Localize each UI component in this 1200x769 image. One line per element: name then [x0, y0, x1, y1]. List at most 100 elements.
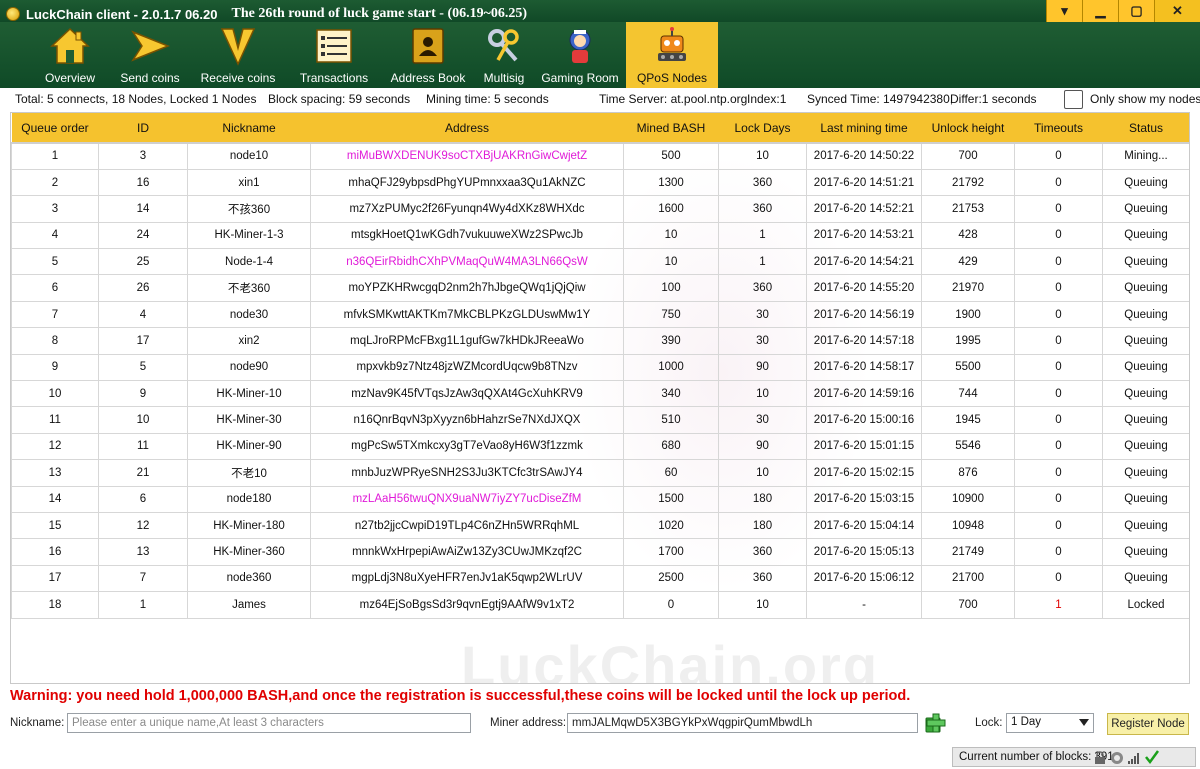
table-row[interactable]: 5 25 Node-1-4 n36QEirRbidhCXhPVMaqQuW4MA3LN… — [11, 248, 1189, 276]
table-row[interactable]: 1 3 node10 miMuBWXDENUK9soCTXBjUAKRnGiwCwje… — [11, 141, 1189, 170]
tab-multisig[interactable]: Multisig — [474, 22, 534, 88]
total-nodes-text: Total: 5 connects, 18 Nodes, Locked 1 No… — [15, 92, 257, 106]
cell-mined-bash: 500 — [623, 141, 719, 170]
column-header-id[interactable]: ID — [98, 113, 188, 143]
cell-last-mining-time: 2017-6-20 14:55:20 — [806, 274, 922, 302]
cell-last-mining-time: 2017-6-20 14:50:22 — [806, 141, 922, 170]
cell-last-mining-time: 2017-6-20 15:01:15 — [806, 432, 922, 461]
table-row[interactable]: 8 17 xin2 mqLJroRPMcFBxg1L1gufGw7kHDkJReeaW… — [11, 327, 1189, 355]
cell-status: Queuing — [1102, 353, 1189, 382]
maximize-button[interactable]: ▢ — [1118, 0, 1154, 22]
nickname-input[interactable] — [67, 713, 471, 733]
cell-nickname: node180 — [187, 485, 311, 513]
tab-qpos-nodes[interactable]: QPoS Nodes — [626, 22, 718, 88]
cell-status: Queuing — [1102, 380, 1189, 408]
column-header-queue-order[interactable]: Queue order — [11, 113, 99, 143]
cell-timeouts: 0 — [1014, 432, 1103, 461]
column-header-last-mining-time[interactable]: Last mining time — [806, 113, 922, 143]
status-bar: Current number of blocks: 391 — [0, 744, 1200, 769]
column-header-status[interactable]: Status — [1102, 113, 1189, 143]
cell-last-mining-time: 2017-6-20 15:02:15 — [806, 459, 922, 487]
cell-last-mining-time: 2017-6-20 15:05:13 — [806, 538, 922, 566]
minimize-button[interactable]: ▁ — [1082, 0, 1118, 22]
table-row[interactable]: 13 21 不老10 mnbJuzWPRyeSNH2S3Ju3KTCfc3trSAwJ… — [11, 459, 1189, 487]
cell-address: n36QEirRbidhCXhPVMaqQuW4MA3LN66QsW — [310, 248, 624, 276]
cell-lock-days: 90 — [718, 353, 807, 382]
column-header-mined-bash[interactable]: Mined BASH — [623, 113, 719, 143]
table-row[interactable]: 9 5 node90 mpxvkb9z7Ntz48jzWZMcordUqcw9b8TN… — [11, 353, 1189, 382]
cell-address: moYPZKHRwcgqD2nm2h7hJbgeQWq1jQjQiw — [310, 274, 624, 302]
cell-status: Queuing — [1102, 221, 1189, 250]
cell-id: 24 — [98, 221, 188, 250]
cell-status: Queuing — [1102, 511, 1189, 540]
cell-timeouts: 0 — [1014, 564, 1103, 593]
cell-mined-bash: 100 — [623, 274, 719, 302]
round-title: The 26th round of luck game start - (06.… — [231, 6, 528, 21]
block-spacing-text: Block spacing: 59 seconds — [268, 92, 411, 106]
tab-transactions[interactable]: Transactions — [286, 22, 382, 88]
add-address-icon[interactable] — [924, 712, 948, 734]
column-header-lock-days[interactable]: Lock Days — [718, 113, 807, 143]
cell-queue-order: 2 — [11, 168, 99, 197]
table-row[interactable]: 17 7 node360 mgpLdj3N8uXyeHFR7enJv1aK5qwp2W… — [11, 564, 1189, 593]
table-row[interactable]: 4 24 HK-Miner-1-3 mtsgkHoetQ1wKGdh7vukuuweX… — [11, 221, 1189, 250]
synced-time-text: Synced Time: 1497942380, — [807, 92, 954, 106]
robot-icon — [650, 24, 694, 68]
cell-unlock-height: 1900 — [921, 300, 1015, 329]
tab-gaming-room[interactable]: Gaming Room — [534, 22, 626, 88]
only-show-my-nodes-label: Only show my nodes — [1090, 92, 1200, 106]
cell-id: 5 — [98, 353, 188, 382]
table-row[interactable]: 12 11 HK-Miner-90 mgPcSw5TXmkcxy3gT7eVao8yH… — [11, 432, 1189, 461]
tab-overview[interactable]: Overview — [30, 22, 110, 88]
cell-queue-order: 18 — [11, 591, 99, 619]
cell-address: n16QnrBqvN3pXyyzn6bHahzrSe7NXdJXQX — [310, 406, 624, 434]
cell-timeouts: 0 — [1014, 353, 1103, 382]
warning-message: Warning: you need hold 1,000,000 BASH,an… — [10, 688, 911, 704]
cell-status: Mining... — [1102, 141, 1189, 170]
tab-address-book[interactable]: Address Book — [382, 22, 474, 88]
cell-status: Queuing — [1102, 432, 1189, 461]
cell-unlock-height: 1995 — [921, 327, 1015, 355]
register-node-button[interactable]: Register Node — [1107, 713, 1189, 735]
cell-status: Queuing — [1102, 300, 1189, 329]
table-row[interactable]: 14 6 node180 mzLAaH56twuQNX9uaNW7iyZY7ucDis… — [11, 485, 1189, 513]
table-row[interactable]: 10 9 HK-Miner-10 mzNav9K45fVTqsJzAw3qQXAt4G… — [11, 380, 1189, 408]
table-row[interactable]: 11 10 HK-Miner-30 n16QnrBqvN3pXyyzn6bHahzrS… — [11, 406, 1189, 434]
tab-receive-coins[interactable]: Receive coins — [190, 22, 286, 88]
cell-id: 16 — [98, 168, 188, 197]
sync-icon — [1111, 752, 1123, 764]
column-header-address[interactable]: Address — [310, 113, 624, 143]
window-menu-button[interactable]: ▾ — [1046, 0, 1082, 22]
cell-queue-order: 8 — [11, 327, 99, 355]
table-row[interactable]: 16 13 HK-Miner-360 mnnkWxHrpepiAwAiZw13Zy3C… — [11, 538, 1189, 566]
cell-unlock-height: 876 — [921, 459, 1015, 487]
cell-nickname: node360 — [187, 564, 311, 593]
cell-lock-days: 10 — [718, 459, 807, 487]
table-row[interactable]: 2 16 xin1 mhaQFJ29ybpsdPhgYUPmnxxaa3Qu1AkNZ… — [11, 168, 1189, 197]
column-header-timeouts[interactable]: Timeouts — [1014, 113, 1103, 143]
watermark-text: LuckChain.org — [461, 634, 880, 684]
column-header-nickname[interactable]: Nickname — [187, 113, 311, 143]
cell-id: 25 — [98, 248, 188, 276]
column-header-unlock-height[interactable]: Unlock height — [921, 113, 1015, 143]
tab-send-coins[interactable]: Send coins — [110, 22, 190, 88]
cell-nickname: 不孩360 — [187, 195, 311, 223]
network-info-bar: Total: 5 connects, 18 Nodes, Locked 1 No… — [0, 88, 1200, 110]
cell-timeouts: 0 — [1014, 168, 1103, 197]
table-row[interactable]: 3 14 不孩360 mz7XzPUMyc2f26Fyunqn4Wy4dXKz8WHX… — [11, 195, 1189, 223]
close-button[interactable]: ✕ — [1154, 0, 1200, 22]
lock-period-select[interactable]: 1 Day — [1006, 713, 1094, 733]
table-row[interactable]: 7 4 node30 mfvkSMKwttAKTKm7MkCBLPKzGLDUswMw… — [11, 300, 1189, 329]
lock-icon — [1095, 751, 1105, 764]
table-row[interactable]: 18 1 James mz64EjSoBgsSd3r9qvnEgtj9AAfW9v1x… — [11, 591, 1189, 619]
cell-mined-bash: 1020 — [623, 511, 719, 540]
cell-queue-order: 7 — [11, 300, 99, 329]
only-show-my-nodes-checkbox[interactable] — [1064, 90, 1083, 109]
cell-mined-bash: 390 — [623, 327, 719, 355]
table-row[interactable]: 6 26 不老360 moYPZKHRwcgqD2nm2h7hJbgeQWq1jQjQ… — [11, 274, 1189, 302]
cell-unlock-height: 21749 — [921, 538, 1015, 566]
table-row[interactable]: 15 12 HK-Miner-180 n27tb2jjcCwpiD19TLp4C6nZ… — [11, 511, 1189, 540]
cell-unlock-height: 700 — [921, 591, 1015, 619]
cell-lock-days: 360 — [718, 538, 807, 566]
miner-address-input[interactable] — [567, 713, 918, 733]
